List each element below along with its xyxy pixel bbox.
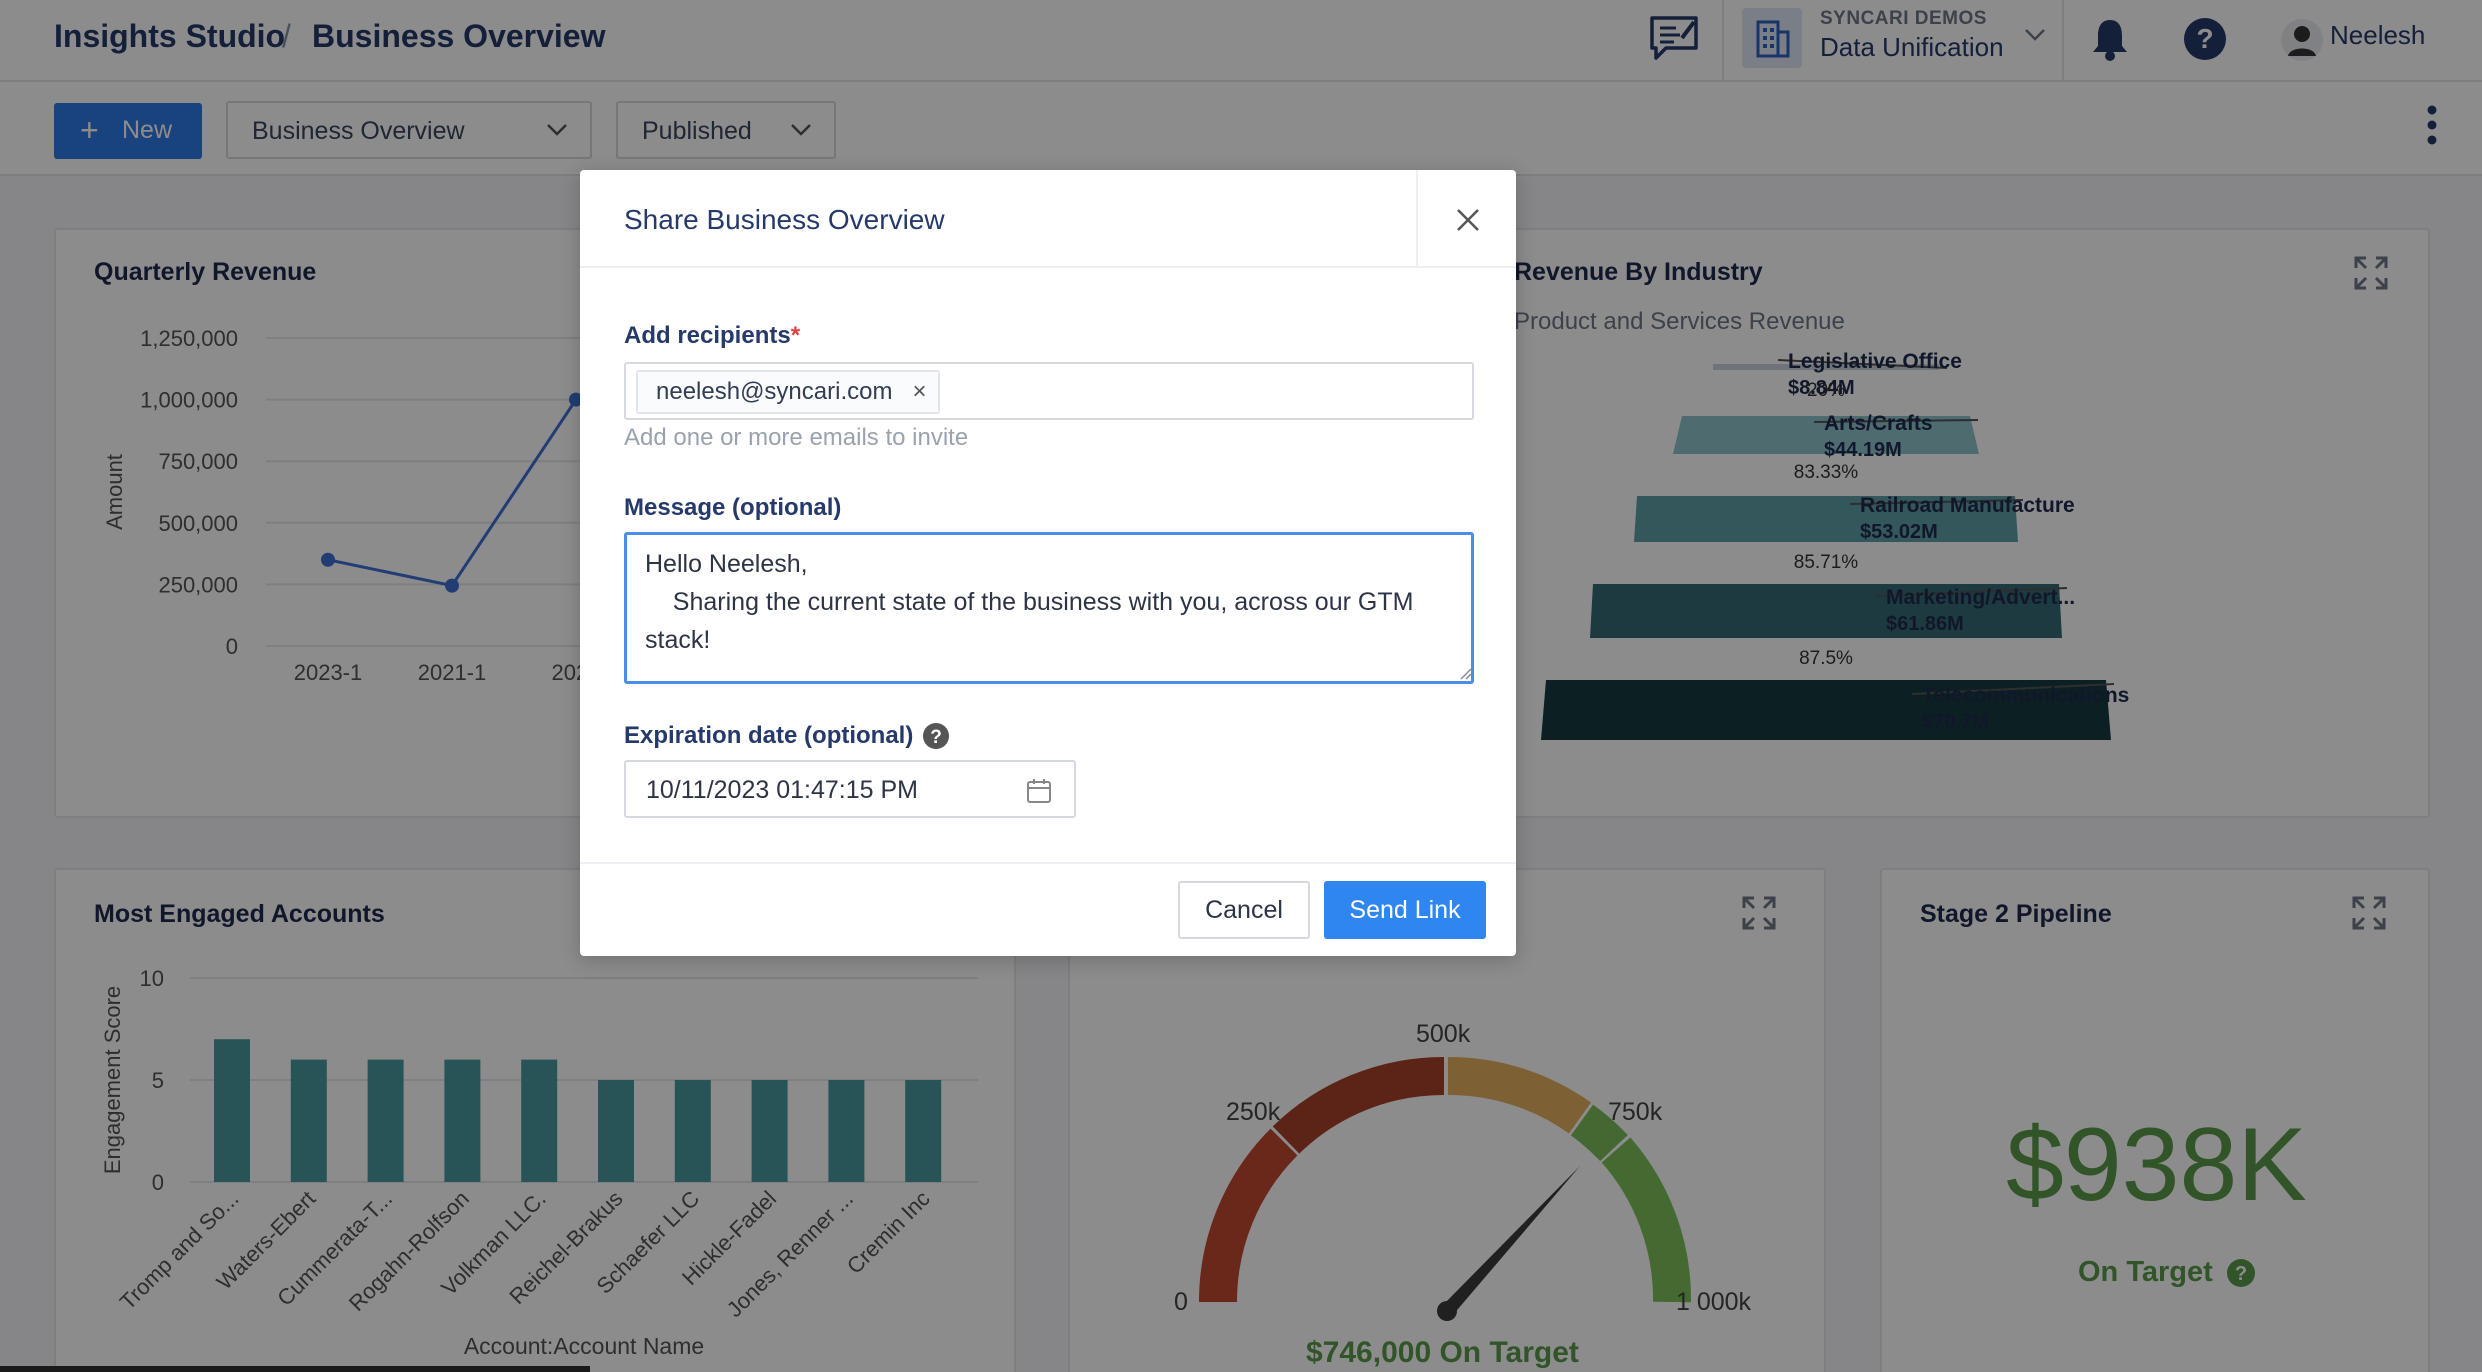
close-button[interactable]	[1416, 170, 1516, 268]
cancel-button[interactable]: Cancel	[1178, 881, 1310, 939]
send-link-button[interactable]: Send Link	[1324, 881, 1486, 939]
recipients-input[interactable]: neelesh@syncari.com ×	[624, 362, 1474, 420]
help-icon[interactable]: ?	[922, 722, 950, 750]
bottom-strip	[0, 1366, 590, 1372]
modal-footer-divider	[580, 862, 1516, 864]
recipient-email: neelesh@syncari.com	[656, 378, 893, 405]
recipients-label: Add recipients*	[624, 322, 801, 349]
remove-recipient-icon[interactable]: ×	[912, 372, 926, 412]
modal-title: Share Business Overview	[624, 204, 945, 235]
modal-header: Share Business Overview	[580, 170, 1516, 268]
resize-handle-icon[interactable]	[1458, 666, 1472, 680]
close-icon	[1457, 209, 1479, 231]
share-modal: Share Business Overview Add recipients* …	[580, 170, 1516, 956]
recipient-chip: neelesh@syncari.com ×	[636, 370, 941, 414]
message-label: Message (optional)	[624, 494, 842, 521]
recipients-hint: Add one or more emails to invite	[624, 424, 969, 451]
calendar-icon[interactable]	[1026, 778, 1052, 804]
svg-text:?: ?	[930, 727, 942, 748]
expiration-date-input[interactable]: 10/11/2023 01:47:15 PM	[624, 760, 1076, 818]
expiration-date-value: 10/11/2023 01:47:15 PM	[646, 776, 918, 804]
expiration-label: Expiration date (optional)	[624, 722, 914, 749]
message-textarea[interactable]: Hello Neelesh, Sharing the current state…	[624, 532, 1474, 684]
